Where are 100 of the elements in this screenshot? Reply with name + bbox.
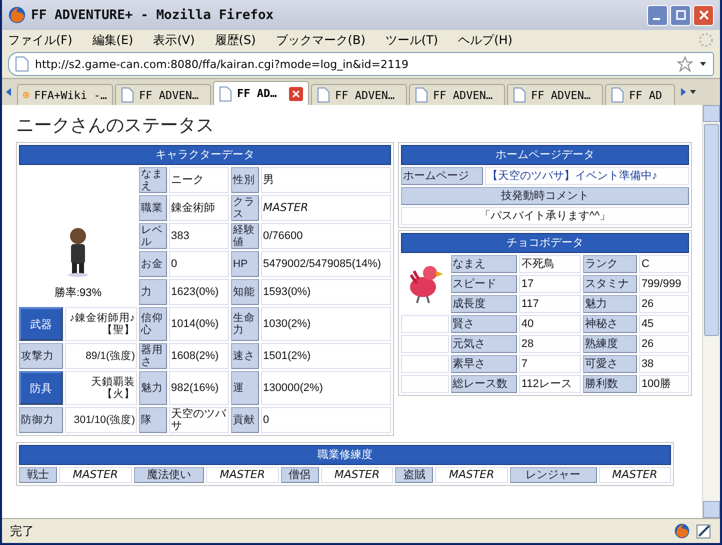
page-icon xyxy=(317,87,330,103)
stat-label: スピード xyxy=(450,275,518,293)
menu-item[interactable]: 表示(V) xyxy=(153,32,195,48)
job-rank: MASTER xyxy=(435,467,508,483)
browser-tab[interactable]: FF AD xyxy=(605,84,675,105)
stat-value: C xyxy=(639,255,689,273)
minimize-button[interactable] xyxy=(647,4,668,26)
close-button[interactable] xyxy=(693,4,714,26)
page-icon xyxy=(513,87,526,103)
dropdown-arrow-icon[interactable] xyxy=(699,61,707,67)
stat-label: 攻撃力 xyxy=(19,343,63,369)
stat-value: 383 xyxy=(169,223,229,249)
stat-label: ランク xyxy=(583,255,638,273)
browser-tab[interactable]: FFA+Wiki -… xyxy=(17,84,113,105)
star-icon[interactable] xyxy=(677,56,693,72)
globe-fox-icon xyxy=(674,523,690,539)
stat-label: スタミナ xyxy=(583,275,638,293)
stat-value: 男 xyxy=(261,167,391,193)
stat-value: 0/76600 xyxy=(261,223,391,249)
stat-label: なまえ xyxy=(450,255,518,273)
equipment-button[interactable]: 防具 xyxy=(19,371,63,405)
stat-label: 賢さ xyxy=(450,315,518,333)
stat-label: 素早さ xyxy=(450,355,518,373)
stat-label: 魅力 xyxy=(139,371,167,405)
stat-value: 130000(2%) xyxy=(261,371,391,405)
stat-value: 26 xyxy=(639,335,689,353)
stat-value: 5479002/5479085(14%) xyxy=(261,251,391,277)
stat-label: 知能 xyxy=(231,279,259,305)
window-title: FF ADVENTURE+ - Mozilla Firefox xyxy=(31,8,275,22)
maximize-button[interactable] xyxy=(670,4,691,26)
stat-label: 魅力 xyxy=(583,295,638,313)
globe-fox-icon xyxy=(8,6,26,24)
job-name: 魔法使い xyxy=(134,467,204,483)
stat-label: 性別 xyxy=(231,167,259,193)
browser-tab[interactable]: FF ADVEN… xyxy=(115,84,211,105)
stat-label: 運 xyxy=(231,371,259,405)
equipment-button[interactable]: 武器 xyxy=(19,307,63,341)
browser-tab[interactable]: FF AD… xyxy=(213,81,309,105)
stat-label: 熟練度 xyxy=(583,335,638,353)
job-rank: MASTER xyxy=(320,467,394,483)
stat-value: 1014(0%) xyxy=(169,307,229,341)
stat-value: 28 xyxy=(519,335,582,353)
address-field[interactable]: http://s2.game-can.com:8080/ffa/kairan.cgi?mode=log_in&id=2119 xyxy=(8,52,714,76)
stat-label: 神秘さ xyxy=(583,315,638,333)
menu-item[interactable]: ツール(T) xyxy=(385,32,438,48)
stat-label: レベル xyxy=(139,223,167,249)
stat-value: 1623(0%) xyxy=(169,279,229,305)
stat-value: 0 xyxy=(169,251,229,277)
maximize-icon xyxy=(676,10,686,20)
stat-label: お金 xyxy=(139,251,167,277)
stat-label: 元気さ xyxy=(450,335,518,353)
homepage-label: ホームページ xyxy=(401,167,483,185)
page-icon xyxy=(415,87,428,103)
stat-label: 総レース数 xyxy=(450,375,518,393)
stat-label: 職業 xyxy=(139,195,167,221)
stat-value: 26 xyxy=(639,295,689,313)
menu-item[interactable]: ブックマーク(B) xyxy=(276,32,366,48)
character-figure-icon xyxy=(65,227,91,277)
vertical-scrollbar[interactable] xyxy=(702,105,720,518)
stat-label: 生命力 xyxy=(231,307,259,341)
menu-item[interactable]: 履歴(S) xyxy=(214,32,256,48)
dropdown-arrow-icon[interactable] xyxy=(689,89,697,95)
stat-value: 38 xyxy=(639,355,689,373)
menu-item[interactable]: 編集(E) xyxy=(92,32,134,48)
browser-tab[interactable]: FF ADVEN… xyxy=(409,84,505,105)
minimize-icon xyxy=(652,18,660,20)
job-name: 戦士 xyxy=(19,467,58,483)
menu-item[interactable]: ヘルプ(H) xyxy=(458,32,512,48)
stat-label: 勝利数 xyxy=(583,375,638,393)
job-rank: MASTER xyxy=(598,467,671,483)
close-tab-icon[interactable] xyxy=(289,86,303,100)
stat-label: 速さ xyxy=(231,343,259,369)
stat-label: 隊 xyxy=(139,407,167,433)
stat-value: ニーク xyxy=(169,167,229,193)
comment-heading: 技発動時コメント xyxy=(401,187,689,205)
stat-value: 1501(2%) xyxy=(261,343,391,369)
page-heading: ニークさんのステータス xyxy=(16,114,215,137)
equipment-value: 301/10(強度) xyxy=(65,407,137,433)
homepage-link[interactable]: 【天空のツバサ】イベント準備中♪ xyxy=(484,167,689,185)
equipment-value: ♪錬金術師用♪【聖】 xyxy=(65,307,137,341)
job-rank: MASTER xyxy=(59,467,132,483)
menu-item[interactable]: ファイル(F) xyxy=(8,32,72,48)
stat-value: 7 xyxy=(519,355,582,373)
stat-value: 17 xyxy=(519,275,582,293)
stat-label: 経験値 xyxy=(231,223,259,249)
stat-value: 錬金術師 xyxy=(169,195,229,221)
stat-label: 可愛さ xyxy=(583,355,638,373)
browser-tab[interactable]: FF ADVEN… xyxy=(507,84,603,105)
stat-value: 799/999 xyxy=(639,275,689,293)
stat-value: 天空のツバサ xyxy=(169,407,229,433)
stat-label: なまえ xyxy=(139,167,167,193)
stat-label: 信仰心 xyxy=(139,307,167,341)
job-rank: MASTER xyxy=(206,467,279,483)
close-icon xyxy=(698,10,708,20)
page-icon xyxy=(219,86,232,102)
stat-label: HP xyxy=(231,251,259,277)
table-header: チョコボデータ xyxy=(401,233,689,253)
browser-tab[interactable]: FF ADVEN… xyxy=(311,84,407,105)
page-icon xyxy=(611,87,624,103)
stat-value: 117 xyxy=(519,295,582,313)
